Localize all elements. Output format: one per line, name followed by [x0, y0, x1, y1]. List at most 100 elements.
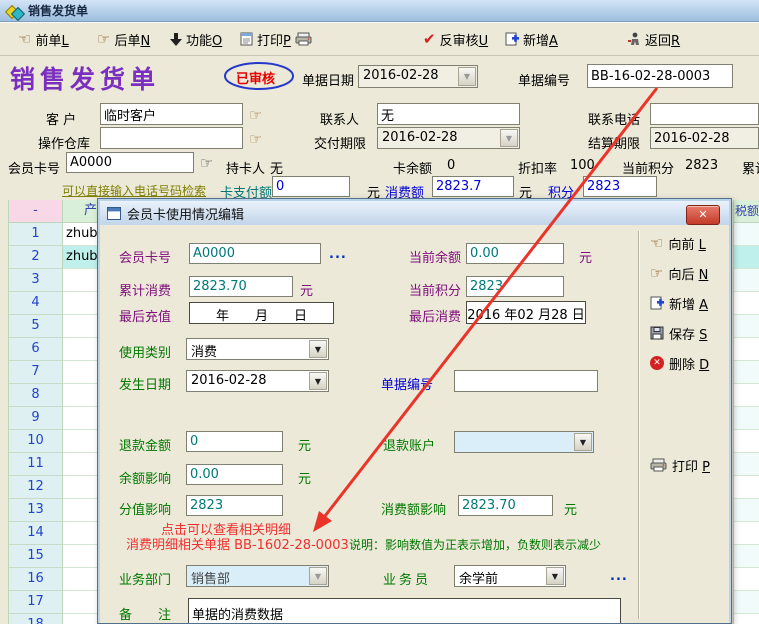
row-number-cell[interactable]: 6: [9, 338, 63, 361]
tax-cell[interactable]: [734, 292, 759, 315]
contact-input[interactable]: [377, 103, 520, 125]
printer-quick-button[interactable]: [295, 29, 312, 49]
dialog-titlebar[interactable]: 会员卡使用情况编辑 ✕: [100, 201, 729, 226]
row-number-cell[interactable]: 14: [9, 522, 63, 545]
dlg-delete-button[interactable]: ✕ 删除 D: [650, 353, 709, 373]
score-input[interactable]: [583, 176, 657, 197]
chevron-down-icon[interactable]: ▼: [309, 372, 327, 390]
lookup-hand-icon[interactable]: ☞: [249, 130, 262, 148]
row-number-cell[interactable]: 18: [9, 614, 63, 624]
chevron-down-icon[interactable]: ▼: [458, 67, 476, 86]
close-button[interactable]: ✕: [686, 205, 720, 225]
row-number-cell[interactable]: 1: [9, 223, 63, 246]
phone-input[interactable]: [650, 103, 759, 125]
dlg-last-consume-box[interactable]: 2016 年02 月28 日: [466, 301, 586, 324]
tax-cell[interactable]: [734, 223, 759, 246]
tax-cell[interactable]: [734, 361, 759, 384]
tax-cell[interactable]: [734, 338, 759, 361]
clerk-more-button[interactable]: ...: [610, 569, 628, 584]
related-doc-link[interactable]: 消费明细相关单据 BB-1602-28-0003: [126, 534, 349, 553]
dlg-cur-balance-input[interactable]: [466, 243, 564, 264]
row-number-cell[interactable]: 7: [9, 361, 63, 384]
dlg-docno-input[interactable]: [454, 370, 598, 392]
tax-cell[interactable]: [734, 407, 759, 430]
tax-cell[interactable]: [734, 384, 759, 407]
holder-hand-icon[interactable]: ☞: [200, 154, 213, 172]
row-number-cell[interactable]: 11: [9, 453, 63, 476]
settle-input[interactable]: [650, 127, 759, 149]
chevron-down-icon[interactable]: ▼: [546, 567, 564, 585]
lookup-hand-icon[interactable]: ☞: [249, 106, 262, 124]
functions-button[interactable]: 功能O: [170, 29, 222, 49]
tax-cell[interactable]: [734, 499, 759, 522]
row-number-cell[interactable]: 4: [9, 292, 63, 315]
row-number-cell[interactable]: 17: [9, 591, 63, 614]
member-card-label: 会员卡号: [8, 158, 60, 177]
row-number-cell[interactable]: 9: [9, 407, 63, 430]
dlg-prev-button[interactable]: ☜ 向前 L: [650, 233, 706, 253]
window-titlebar[interactable]: 销售发货单: [0, 0, 759, 22]
doc-no-input[interactable]: [587, 64, 733, 88]
prev-doc-button[interactable]: ☜ 前单L: [18, 29, 69, 49]
chevron-down-icon[interactable]: ▼: [500, 129, 518, 147]
return-button[interactable]: 返回R: [628, 29, 680, 49]
row-number-cell[interactable]: 12: [9, 476, 63, 499]
print-button[interactable]: 打印P: [240, 29, 291, 49]
dlg-last-charge-box[interactable]: 年 月 日: [189, 302, 334, 324]
tax-cell[interactable]: [734, 430, 759, 453]
dlg-points-eff-input[interactable]: [186, 495, 283, 516]
tax-cell[interactable]: [734, 476, 759, 499]
row-number-cell[interactable]: 5: [9, 315, 63, 338]
dlg-cur-points-input[interactable]: [466, 276, 564, 297]
chevron-down-icon[interactable]: ▼: [309, 340, 327, 358]
row-number-cell[interactable]: 2: [9, 246, 63, 269]
tax-cell[interactable]: [734, 545, 759, 568]
add-new-button[interactable]: 新增A: [505, 29, 558, 49]
dlg-clerk-combobox[interactable]: 余学前 ▼: [454, 565, 566, 587]
doc-date-combobox[interactable]: 2016-02-28 ▼: [358, 65, 478, 88]
dlg-consume-eff-input[interactable]: [458, 495, 553, 516]
dlg-dept-combobox[interactable]: 销售部 ▼: [186, 565, 329, 587]
member-card-input[interactable]: [66, 152, 194, 173]
row-number-cell[interactable]: 13: [9, 499, 63, 522]
row-number-cell[interactable]: 8: [9, 384, 63, 407]
tax-cell[interactable]: [734, 591, 759, 614]
dlg-accum-input[interactable]: [189, 276, 293, 297]
dlg-date-combobox[interactable]: 2016-02-28 ▼: [186, 370, 329, 392]
chevron-down-icon[interactable]: ▼: [309, 567, 327, 585]
dlg-memo-input[interactable]: [188, 598, 621, 623]
customer-input[interactable]: [100, 103, 243, 125]
tax-cell[interactable]: [734, 315, 759, 338]
unaudit-button[interactable]: ✔ 反审核U: [423, 29, 488, 49]
tax-cell[interactable]: [734, 269, 759, 292]
current-points-label: 当前积分: [622, 158, 674, 177]
next-doc-button[interactable]: ☞ 后单N: [97, 29, 150, 49]
dlg-type-combobox[interactable]: 消费 ▼: [186, 338, 329, 360]
arrow-down-icon: [170, 33, 182, 46]
tax-cell[interactable]: [734, 614, 759, 624]
row-number-cell[interactable]: 16: [9, 568, 63, 591]
tax-cell[interactable]: [734, 453, 759, 476]
dlg-refund-input[interactable]: [186, 431, 283, 452]
row-number-cell[interactable]: 3: [9, 269, 63, 292]
dlg-next-button[interactable]: ☞ 向后 N: [650, 263, 708, 283]
grid-index-header[interactable]: -: [9, 200, 63, 223]
chevron-down-icon[interactable]: ▼: [574, 433, 592, 451]
dlg-refund-acct-combobox[interactable]: ▼: [454, 431, 594, 453]
dlg-add-button[interactable]: 新增 A: [650, 293, 708, 313]
warehouse-input[interactable]: [100, 127, 243, 149]
dlg-balance-eff-input[interactable]: [186, 464, 283, 485]
row-number-cell[interactable]: 10: [9, 430, 63, 453]
grid-tax-header[interactable]: 税额: [734, 200, 759, 223]
dlg-print-button[interactable]: 打印 P: [650, 455, 710, 475]
tax-cell[interactable]: [734, 522, 759, 545]
tax-cell[interactable]: [734, 246, 759, 269]
card-pay-input[interactable]: [272, 176, 350, 197]
dlg-card-input[interactable]: [189, 243, 321, 264]
tax-cell[interactable]: [734, 568, 759, 591]
row-number-cell[interactable]: 15: [9, 545, 63, 568]
delivery-combobox[interactable]: 2016-02-28 ▼: [377, 127, 520, 149]
consume-input[interactable]: [432, 176, 514, 197]
dlg-save-button[interactable]: 保存 S: [650, 323, 707, 343]
card-more-button[interactable]: ...: [329, 247, 347, 262]
